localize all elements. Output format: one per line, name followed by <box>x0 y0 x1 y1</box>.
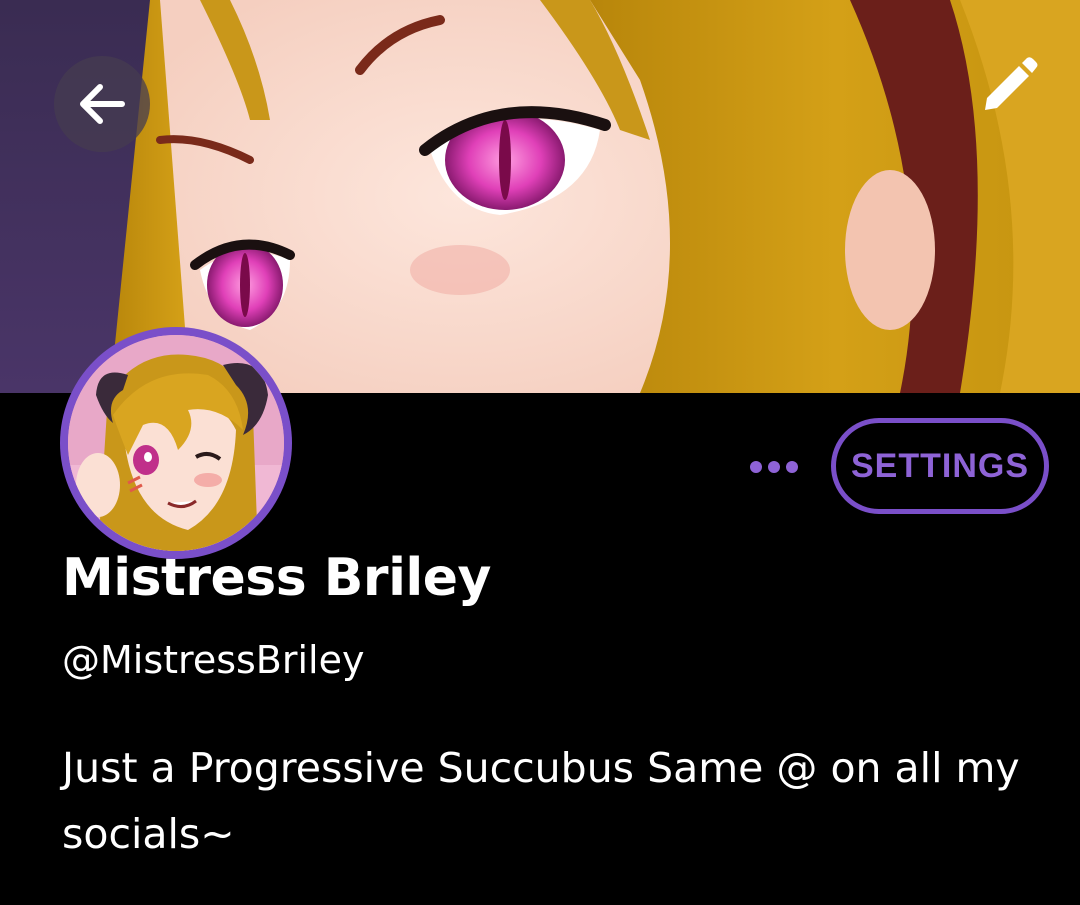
avatar-illustration <box>68 335 284 551</box>
username-handle: @MistressBriley <box>62 638 365 682</box>
settings-button-label: SETTINGS <box>850 446 1030 485</box>
edit-banner-button[interactable] <box>964 46 1054 126</box>
pencil-icon <box>985 57 1038 110</box>
dot-icon <box>768 461 780 473</box>
dot-icon <box>786 461 798 473</box>
more-options-button[interactable] <box>744 447 804 487</box>
arrow-left-icon <box>80 84 125 124</box>
back-button[interactable] <box>54 56 150 152</box>
profile-avatar[interactable] <box>60 327 292 559</box>
dot-icon <box>750 461 762 473</box>
profile-bio: Just a Progressive Succubus Same @ on al… <box>62 744 1020 858</box>
settings-button[interactable]: SETTINGS <box>831 418 1049 514</box>
display-name: Mistress Briley <box>62 548 491 608</box>
